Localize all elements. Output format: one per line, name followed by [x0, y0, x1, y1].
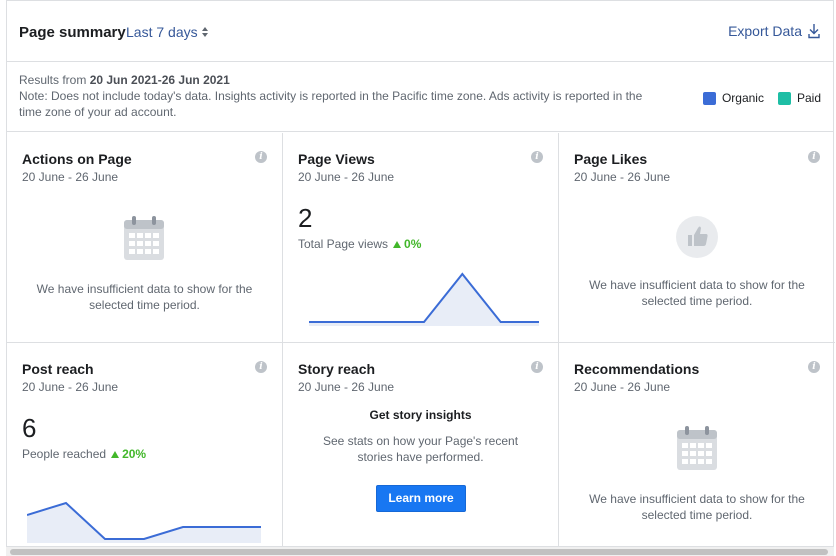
date-range-select[interactable]: Last 7 days: [126, 24, 208, 40]
calendar-icon: [677, 426, 717, 470]
story-insights-heading: Get story insights: [369, 408, 472, 422]
insufficient-data-message: We have insufficient data to show for th…: [589, 278, 805, 308]
delta-badge: 20%: [111, 447, 146, 461]
post-reach-value: 6: [22, 413, 37, 443]
post-reach-sparkline: [27, 501, 261, 543]
card-title: Page Likes: [574, 151, 648, 167]
legend-paid: Paid: [777, 91, 821, 105]
card-title: Recommendations: [574, 361, 700, 377]
story-insights-description: See stats on how your Page's recent stor…: [322, 434, 519, 464]
card-title: Story reach: [298, 361, 376, 377]
info-icon[interactable]: i: [255, 151, 267, 163]
info-icon[interactable]: i: [808, 151, 820, 163]
delta-badge: 0%: [393, 237, 421, 251]
page-summary-panel: Page summary Last 7 days Export Data Res…: [6, 0, 835, 546]
horizontal-scrollbar[interactable]: [6, 546, 834, 556]
sparkline-area: [27, 503, 261, 543]
thumbs-up-icon: [676, 216, 718, 258]
card-actions-on-page[interactable]: Actions on Page 20 June - 26 June i We h…: [7, 133, 283, 343]
card-title: Page Views: [298, 151, 375, 167]
download-icon: [808, 24, 820, 39]
export-data-button[interactable]: Export Data: [728, 23, 821, 39]
page-title: Page summary: [19, 24, 126, 41]
results-range: 20 Jun 2021-26 Jun 2021: [89, 73, 230, 87]
page-views-sparkline: [309, 272, 539, 326]
card-title: Post reach: [22, 361, 94, 377]
metrics-grid: Actions on Page 20 June - 26 June i We h…: [7, 133, 835, 546]
card-recommendations[interactable]: Recommendations 20 June - 26 June i We h…: [559, 343, 835, 546]
card-page-likes[interactable]: Page Likes 20 June - 26 June i We have i…: [559, 133, 835, 343]
insufficient-data-message: We have insufficient data to show for th…: [36, 282, 253, 312]
card-date: 20 June - 26 June: [574, 380, 671, 394]
export-data-label: Export Data: [728, 23, 802, 39]
card-date: 20 June - 26 June: [298, 170, 395, 184]
sparkline-line: [309, 272, 539, 323]
calendar-icon: [124, 216, 164, 260]
card-date: 20 June - 26 June: [574, 170, 671, 184]
card-date: 20 June - 26 June: [22, 380, 119, 394]
card-story-reach[interactable]: Story reach 20 June - 26 June i Get stor…: [283, 343, 559, 546]
card-post-reach[interactable]: Post reach 20 June - 26 June i 6 People …: [7, 343, 283, 546]
info-bar: Results from 20 Jun 2021-26 Jun 2021 Not…: [7, 62, 833, 132]
info-icon[interactable]: i: [808, 361, 820, 373]
card-date: 20 June - 26 June: [22, 170, 119, 184]
summary-header: Page summary Last 7 days Export Data: [7, 0, 833, 62]
card-date: 20 June - 26 June: [298, 380, 395, 394]
results-note: Results from 20 Jun 2021-26 Jun 2021 Not…: [19, 72, 659, 120]
learn-more-button[interactable]: Learn more: [376, 485, 466, 512]
legend: Organic Paid: [689, 91, 821, 105]
timezone-note: Note: Does not include today's data. Ins…: [19, 89, 643, 119]
up-arrow-icon: [111, 450, 120, 458]
info-icon[interactable]: i: [255, 361, 267, 373]
legend-organic: Organic: [702, 91, 764, 105]
page-views-value: 2: [298, 203, 313, 233]
sparkline-area: [309, 274, 539, 326]
info-icon[interactable]: i: [531, 361, 543, 373]
page-views-metric: Total Page views 0%: [298, 237, 422, 251]
card-page-views[interactable]: Page Views 20 June - 26 June i 2 Total P…: [283, 133, 559, 343]
scrollbar-thumb[interactable]: [10, 549, 828, 555]
date-range-label: Last 7 days: [126, 24, 198, 40]
card-title: Actions on Page: [22, 151, 132, 167]
organic-swatch: [702, 91, 716, 105]
paid-swatch: [777, 91, 791, 105]
up-arrow-icon: [393, 240, 402, 248]
post-reach-metric: People reached 20%: [22, 447, 147, 461]
info-icon[interactable]: i: [531, 151, 543, 163]
up-down-arrows-icon: [201, 27, 208, 37]
insufficient-data-message: We have insufficient data to show for th…: [589, 492, 805, 522]
